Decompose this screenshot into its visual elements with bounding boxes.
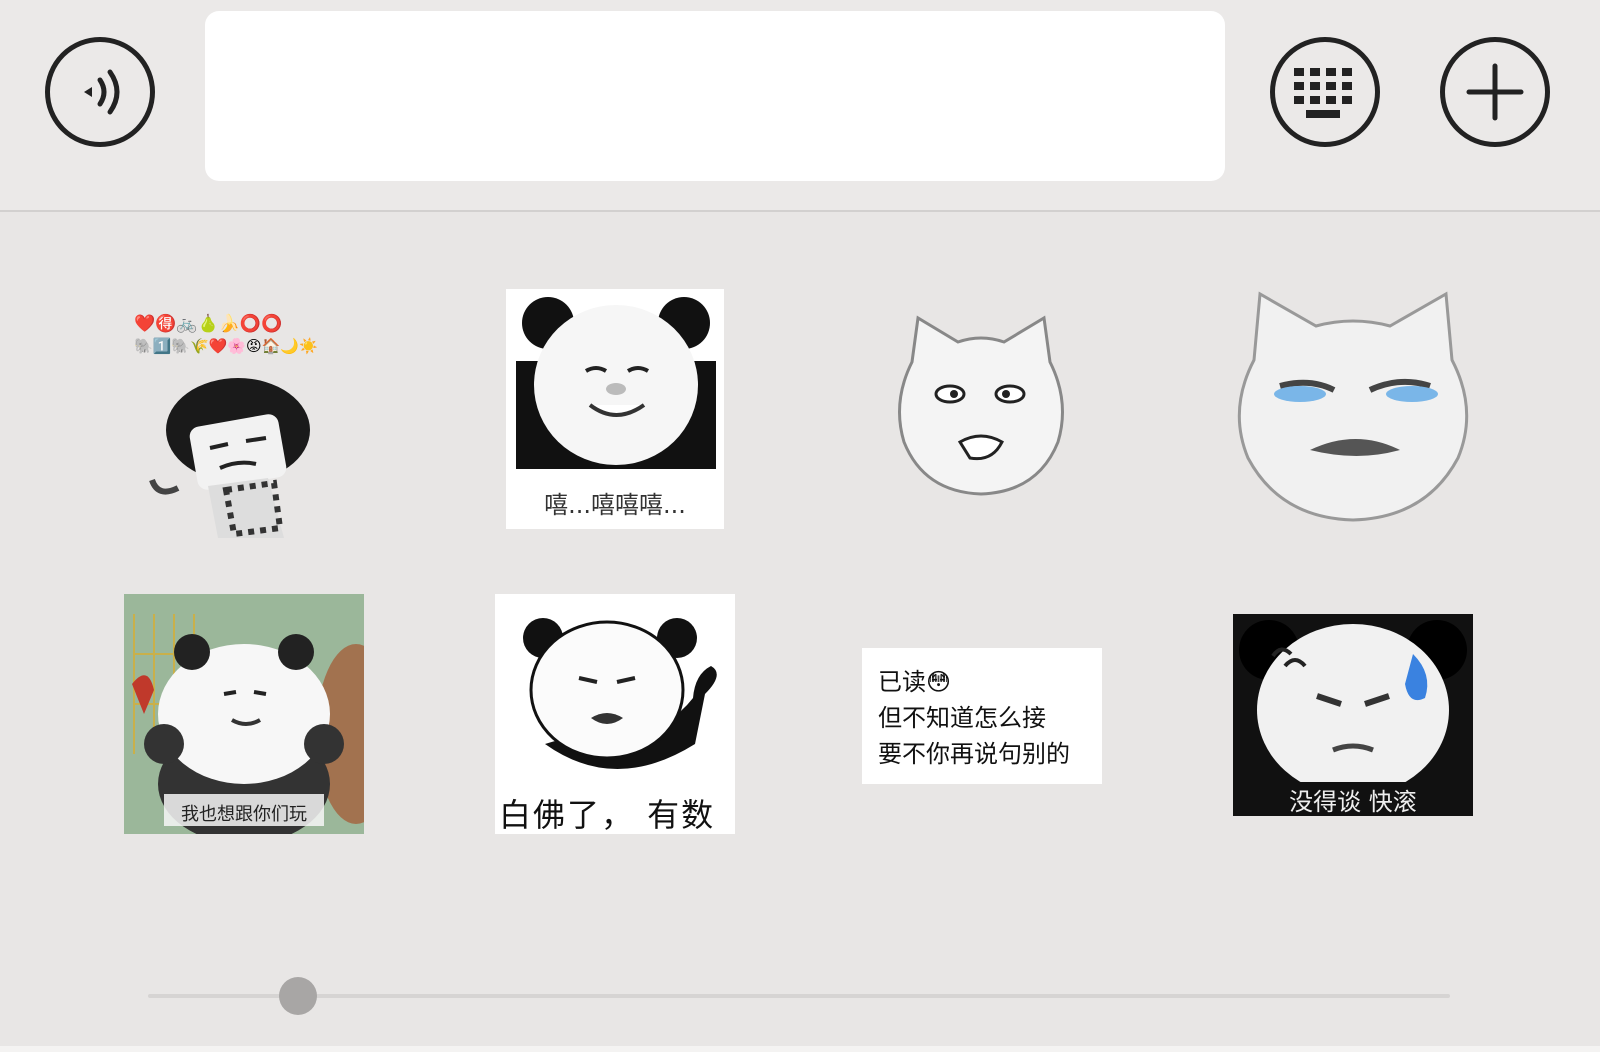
sticker-caption: 白佛了， 有数 (499, 796, 716, 834)
cat-face-illustration (898, 315, 1064, 496)
sticker-page-slider-thumb[interactable] (279, 977, 317, 1015)
voice-input-button[interactable] (45, 37, 155, 147)
sticker-6[interactable]: 白佛了， 有数 (495, 594, 735, 834)
plus-icon (1466, 63, 1524, 121)
crying-cat-face-illustration (1237, 291, 1469, 522)
panda-waving-illustration (523, 618, 717, 769)
keyboard-icon (1294, 68, 1352, 118)
sticker-caption: 没得谈 快滚 (1289, 788, 1417, 816)
sticker-2[interactable]: 嘻...嘻嘻嘻... (506, 289, 724, 529)
bowl-cut-boy-illustration (149, 378, 310, 538)
sticker-caption: 嘻...嘻嘻嘻... (544, 491, 686, 519)
sticker-emoji-row: 🐘1️⃣🐘🌾❤️🌸😡🏠🌙☀️ (134, 337, 318, 355)
more-options-button[interactable] (1440, 37, 1550, 147)
sticker-5[interactable]: 我也想跟你们玩 (124, 594, 364, 834)
sticker-panel: ❤️🉐🚲🍐🍌⭕⭕ 🐘1️⃣🐘🌾❤️🌸😡🏠🌙☀️ 嘻...嘻嘻嘻... 我也想跟你… (0, 212, 1600, 1052)
sticker-4[interactable] (1230, 290, 1476, 522)
sticker-3[interactable] (888, 312, 1074, 512)
bottom-edge (0, 1046, 1600, 1052)
message-input[interactable] (205, 11, 1225, 181)
input-toolbar (0, 0, 1600, 212)
panda-face-illustration (516, 297, 716, 469)
sticker-text-line: 但不知道怎么接 (878, 704, 1046, 732)
sticker-emoji-row: ❤️🉐🚲🍐🍌⭕⭕ (134, 314, 283, 334)
sticker-text-line: 要不你再说句别的 (878, 740, 1070, 768)
sticker-7[interactable]: 已读😳 但不知道怎么接 要不你再说句别的 (862, 648, 1102, 784)
sticker-1[interactable]: ❤️🉐🚲🍐🍌⭕⭕ 🐘1️⃣🐘🌾❤️🌸😡🏠🌙☀️ (128, 304, 368, 544)
panda-cartoon-scene-illustration (124, 594, 364, 834)
sticker-text-line: 已读😳 (878, 668, 952, 696)
keyboard-toggle-button[interactable] (1270, 37, 1380, 147)
voice-wave-icon (84, 69, 120, 115)
sticker-page-slider-track[interactable] (148, 994, 1450, 998)
sticker-8[interactable]: 没得谈 快滚 (1233, 614, 1473, 816)
sticker-caption: 我也想跟你们玩 (181, 804, 307, 825)
